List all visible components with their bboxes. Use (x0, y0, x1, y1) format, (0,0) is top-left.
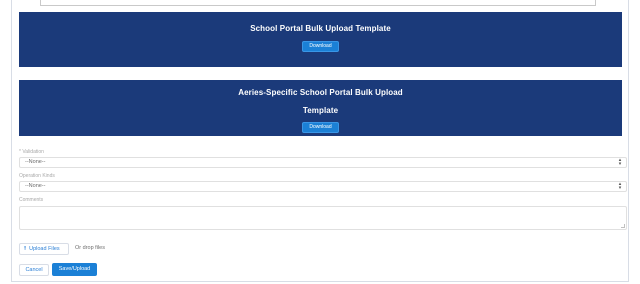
template-title-line-2: Template (302, 105, 339, 115)
download-button[interactable]: Download (302, 122, 339, 133)
select-value: --None-- (25, 159, 46, 165)
save-upload-button[interactable]: Save/Upload (52, 263, 97, 276)
template-title: School Portal Bulk Upload Template (250, 24, 391, 33)
drop-files-text: Or drop files (75, 245, 105, 251)
top-strip (40, 0, 596, 6)
field1-label: * Validation (19, 149, 44, 155)
download-button[interactable]: Download (302, 40, 339, 52)
resize-handle-icon[interactable] (621, 224, 625, 228)
field1-select[interactable]: --None-- ▴ ▾ (19, 157, 627, 168)
comments-textarea[interactable] (19, 206, 627, 230)
cancel-button[interactable]: Cancel (19, 264, 49, 276)
upload-files-button[interactable]: ⭱ Upload Files (19, 243, 69, 255)
upload-icon: ⭱ (24, 246, 27, 252)
template-banner-aeries: Aeries-Specific School Portal Bulk Uploa… (19, 80, 622, 136)
select-arrows-icon: ▴ ▾ (618, 181, 622, 191)
select-arrows-icon: ▴ ▾ (618, 157, 622, 167)
field2-select[interactable]: --None-- ▴ ▾ (19, 181, 627, 192)
upload-button-label: Upload Files (29, 246, 60, 252)
template-title-line-1: Aeries-Specific School Portal Bulk Uploa… (238, 88, 403, 97)
template-banner-standard: School Portal Bulk Upload Template Downl… (19, 12, 622, 67)
field2-label: Operation Kinds (19, 173, 55, 179)
comments-label: Comments (19, 197, 44, 203)
select-value: --None-- (25, 183, 46, 189)
